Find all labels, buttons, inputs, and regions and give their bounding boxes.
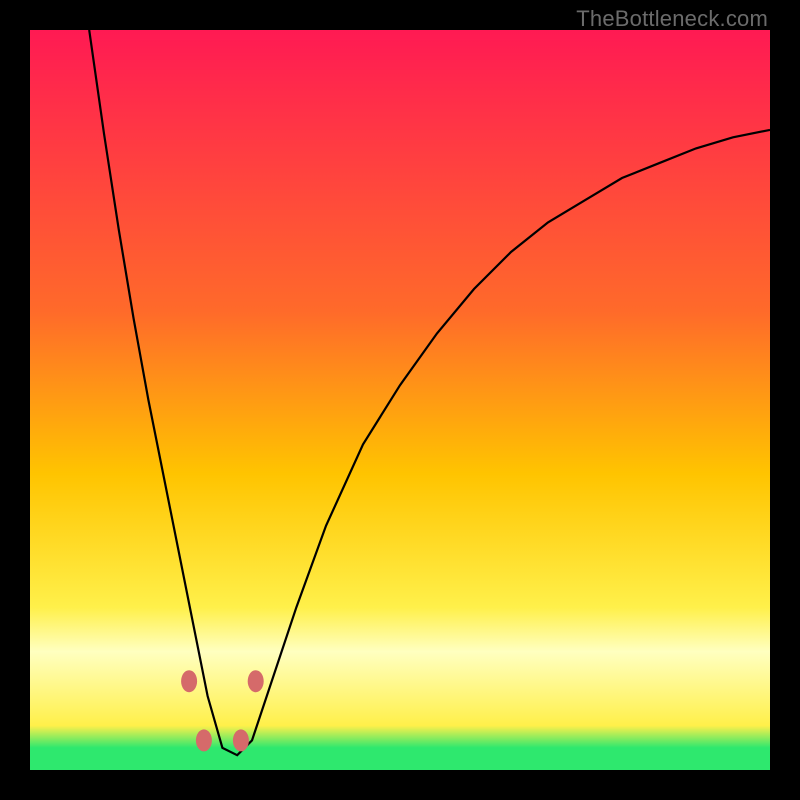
curve-marker-dot — [181, 670, 197, 692]
bottleneck-curve — [89, 30, 770, 755]
chart-svg — [30, 30, 770, 770]
curve-marker-dot — [196, 729, 212, 751]
curve-marker-dot — [248, 670, 264, 692]
chart-plot-area — [30, 30, 770, 770]
curve-marker-dot — [233, 729, 249, 751]
watermark-text: TheBottleneck.com — [576, 6, 768, 32]
